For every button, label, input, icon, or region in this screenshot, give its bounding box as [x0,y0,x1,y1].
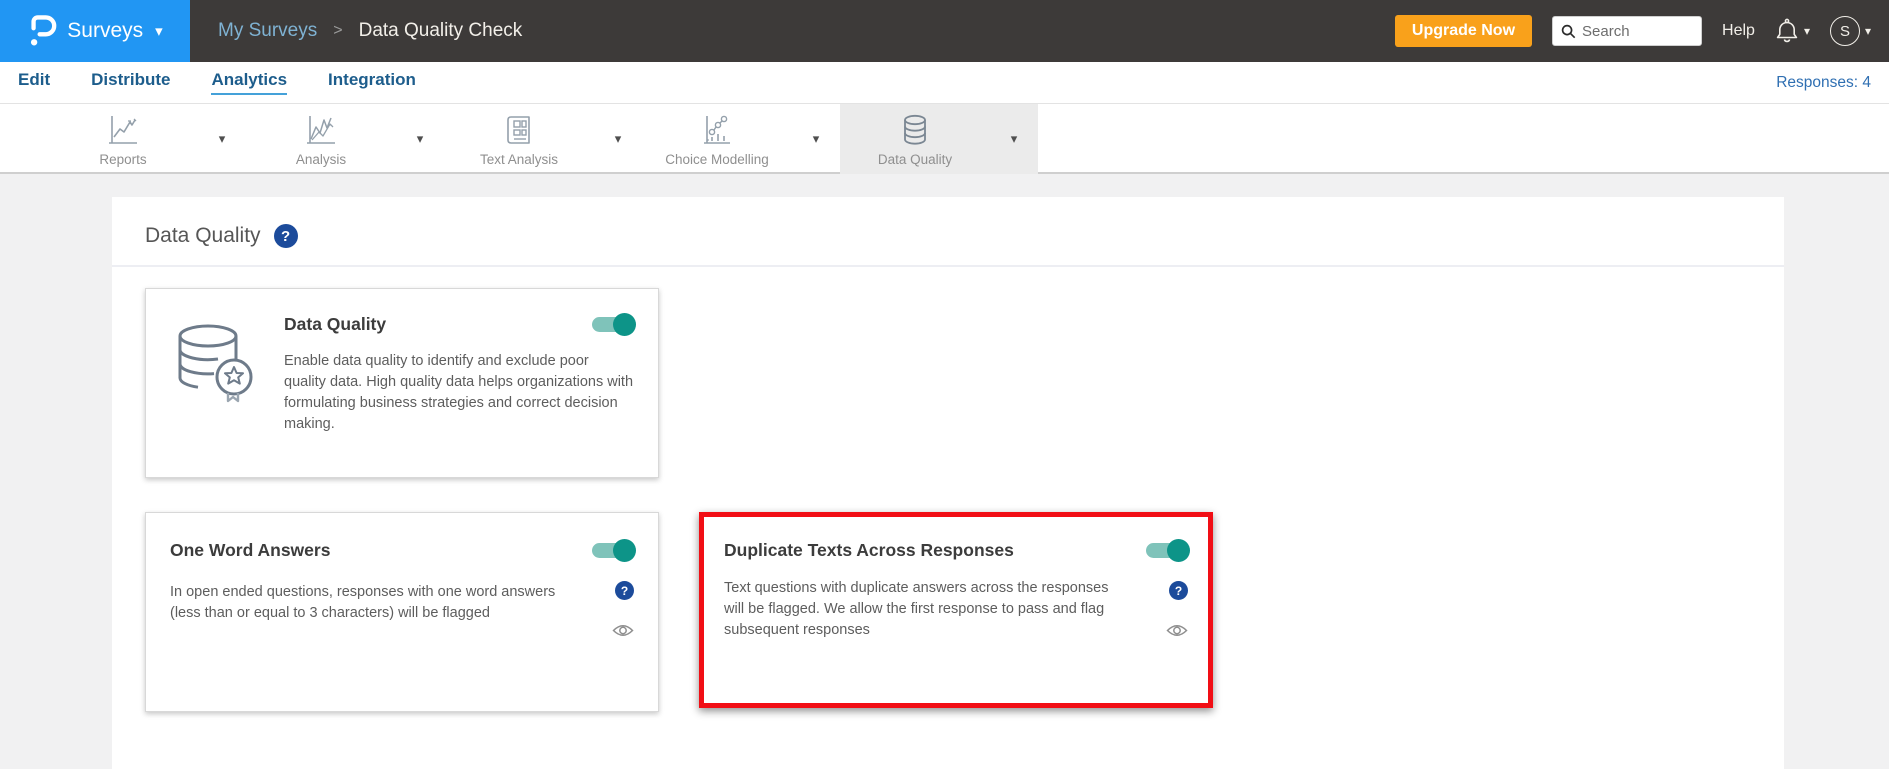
breadcrumb-current-survey: Data Quality Check [358,20,523,41]
chevron-down-icon: ▾ [155,23,163,40]
chevron-down-icon: ▾ [1803,24,1810,38]
tab-integration[interactable]: Integration [328,70,416,95]
card-description: Text questions with duplicate answers ac… [724,579,1109,638]
duplicate-texts-card-highlighted: Duplicate Texts Across Responses Text qu… [699,512,1213,708]
tab-edit[interactable]: Edit [18,70,50,95]
database-icon [904,114,926,145]
toggle-knob [613,539,636,562]
tab-analysis[interactable]: Analysis [246,104,396,174]
tab-distribute[interactable]: Distribute [91,70,170,95]
duplicate-texts-help-icon[interactable]: ? [1169,581,1188,600]
top-header: Surveys ▾ My Surveys > Data Quality Chec… [0,0,1889,62]
chevron-down-icon: ▾ [1864,24,1871,38]
scatter-chart-icon [704,115,730,144]
data-quality-card: Data Quality Enable data quality to iden… [145,288,659,478]
content-area: Data Quality ? Data Quality Enable data … [0,174,1889,769]
one-word-answers-help-icon[interactable]: ? [615,581,634,600]
notifications-menu[interactable]: ▾ [1775,18,1810,44]
search-input[interactable] [1582,22,1688,40]
tab-label: Data Quality [877,151,953,167]
surveys-product-menu[interactable]: Surveys ▾ [0,0,190,62]
duplicate-texts-toggle[interactable] [1146,539,1190,562]
search-icon [1561,24,1576,38]
tab-text-analysis-dropdown[interactable]: ▾ [594,104,642,174]
data-quality-toggle[interactable] [592,313,636,336]
help-link[interactable]: Help [1722,22,1755,40]
one-word-answers-toggle[interactable] [592,539,636,562]
avatar: S [1829,16,1860,46]
card-title: Duplicate Texts Across Responses [724,540,1014,560]
tab-group-reports: Reports ▾ [48,104,246,174]
tab-group-analysis: Analysis ▾ [246,104,444,174]
data-quality-help-icon[interactable]: ? [273,224,298,248]
analytics-tab-bar: Reports ▾ Analysis ▾ Text Analysis ▾ Cho… [0,104,1889,174]
tab-data-quality-dropdown[interactable]: ▾ [990,104,1038,174]
tab-data-quality[interactable]: Data Quality [840,104,990,174]
questionpro-logo-icon [31,15,57,46]
breadcrumb: My Surveys > Data Quality Check [218,20,522,42]
newspaper-icon [507,115,530,144]
bell-icon [1776,18,1798,43]
tab-group-choice-modelling: Choice Modelling ▾ [642,104,840,174]
database-badge-icon [178,324,253,403]
page-title: Data Quality [145,224,261,247]
card-description: Enable data quality to identify and excl… [284,352,634,432]
one-word-answers-card: One Word Answers In open ended questions… [145,512,659,712]
preview-eye-icon[interactable] [1166,623,1188,638]
data-quality-panel: Data Quality ? Data Quality Enable data … [112,197,1784,769]
product-label: Surveys [67,19,144,42]
breadcrumb-my-surveys[interactable]: My Surveys [218,20,317,42]
tab-label: Text Analysis [479,151,559,167]
tab-label: Analysis [295,151,347,167]
upgrade-now-button[interactable]: Upgrade Now [1394,15,1533,47]
toggle-knob [613,313,636,336]
tab-analysis-dropdown[interactable]: ▾ [396,104,444,174]
tab-choice-modelling-dropdown[interactable]: ▾ [792,104,840,174]
tab-label: Reports [99,151,147,167]
tab-group-data-quality: Data Quality ▾ [840,104,1038,174]
tab-reports-dropdown[interactable]: ▾ [198,104,246,174]
card-title: Data Quality [284,314,387,334]
multi-line-chart-icon [307,115,335,144]
tab-label: Choice Modelling [665,151,769,167]
line-chart-icon [109,115,137,144]
tab-analytics[interactable]: Analytics [211,70,288,95]
search-box[interactable] [1552,16,1703,46]
toggle-knob [1167,539,1190,562]
tab-reports[interactable]: Reports [48,104,198,174]
tab-group-text-analysis: Text Analysis ▾ [444,104,642,174]
tab-text-analysis[interactable]: Text Analysis [444,104,594,174]
card-description: In open ended questions, responses with … [170,583,556,621]
avatar-initial: S [1839,22,1850,40]
survey-section-nav: Edit Distribute Analytics Integration Re… [0,62,1889,104]
responses-count[interactable]: Responses: 4 [1776,74,1871,92]
tab-choice-modelling[interactable]: Choice Modelling [642,104,792,174]
account-menu[interactable]: S ▾ [1829,16,1871,46]
breadcrumb-separator: > [333,22,343,39]
card-title: One Word Answers [170,540,331,560]
preview-eye-icon[interactable] [612,623,634,638]
